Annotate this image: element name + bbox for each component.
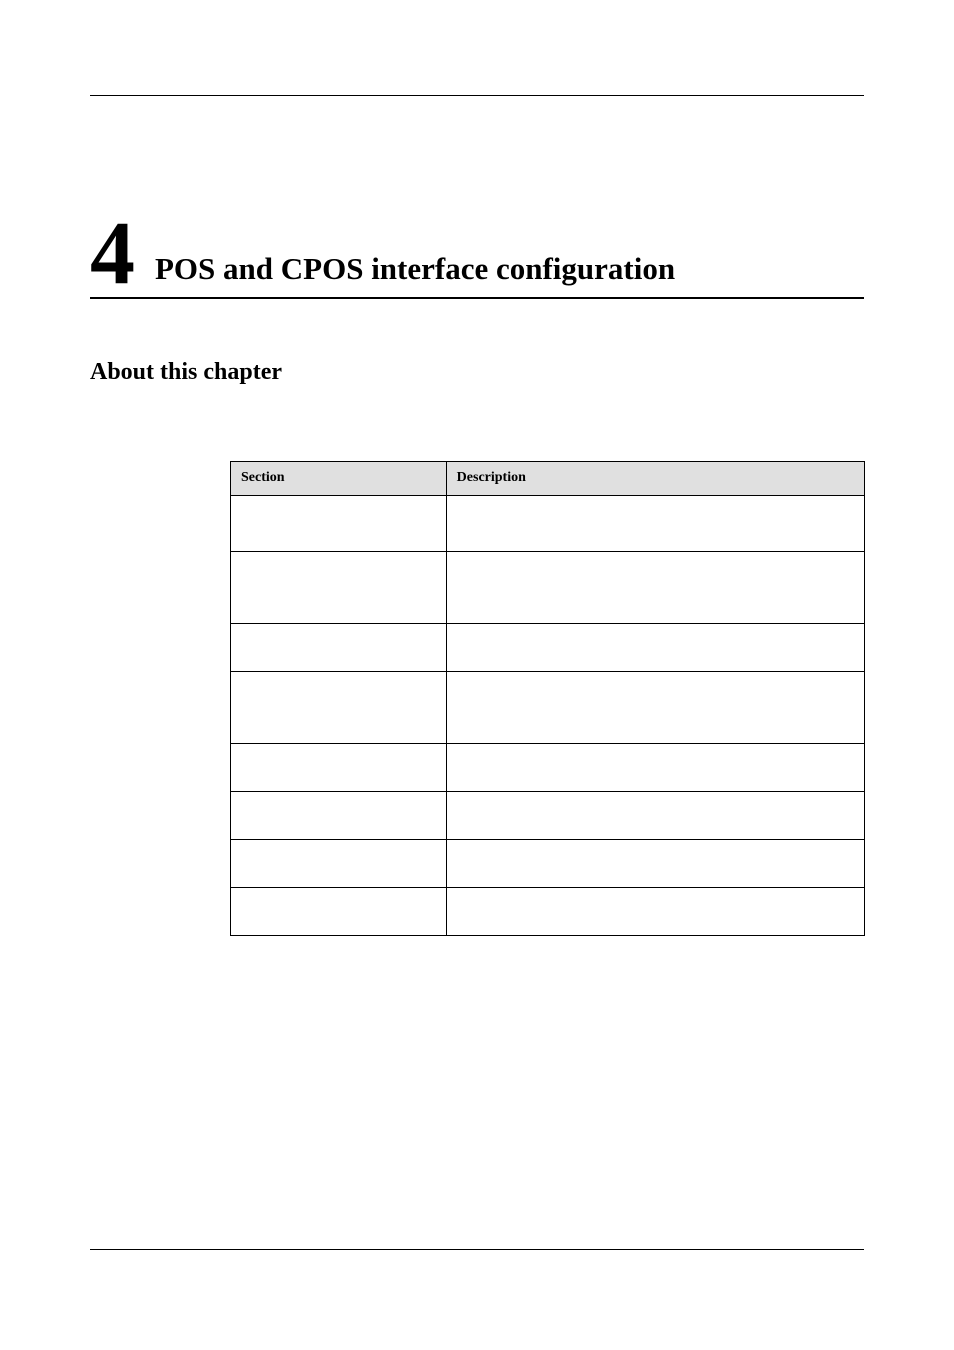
table-row xyxy=(231,671,865,743)
top-horizontal-rule xyxy=(90,95,864,96)
about-this-chapter-heading: About this chapter xyxy=(90,359,864,386)
chapter-contents-table: Section Description xyxy=(230,461,865,936)
table-row xyxy=(231,623,865,671)
table-cell-description xyxy=(446,551,864,623)
chapter-number: 4 xyxy=(90,216,135,293)
table-header-row: Section Description xyxy=(231,461,865,495)
table-cell-description xyxy=(446,743,864,791)
table-cell-section xyxy=(231,791,447,839)
table-cell-section xyxy=(231,551,447,623)
table-header-description: Description xyxy=(446,461,864,495)
table-row xyxy=(231,551,865,623)
table-cell-description xyxy=(446,495,864,551)
table-header-section: Section xyxy=(231,461,447,495)
table-cell-description xyxy=(446,623,864,671)
table-row xyxy=(231,887,865,935)
bottom-horizontal-rule xyxy=(90,1249,864,1250)
chapter-title: POS and CPOS interface configuration xyxy=(155,252,675,292)
table-cell-description xyxy=(446,791,864,839)
table-cell-section xyxy=(231,743,447,791)
table-cell-section xyxy=(231,839,447,887)
table-row xyxy=(231,839,865,887)
table-cell-section xyxy=(231,671,447,743)
table-cell-section xyxy=(231,887,447,935)
table-cell-section xyxy=(231,495,447,551)
table-cell-description xyxy=(446,887,864,935)
table-row xyxy=(231,743,865,791)
table-row xyxy=(231,791,865,839)
table-cell-section xyxy=(231,623,447,671)
table-cell-description xyxy=(446,839,864,887)
table-cell-description xyxy=(446,671,864,743)
table-row xyxy=(231,495,865,551)
chapter-heading: 4 POS and CPOS interface configuration xyxy=(90,216,864,299)
